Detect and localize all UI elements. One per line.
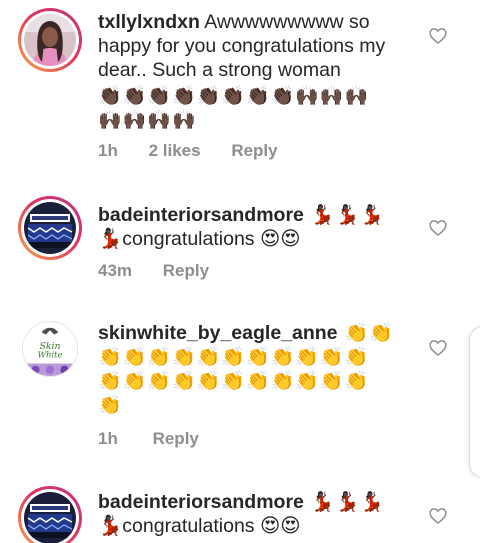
comment-body: txllylxndxn Awwwwwwwww so happy for you … — [98, 10, 398, 132]
comment-time: 43m — [98, 261, 133, 280]
likes-count-link[interactable]: 2 likes — [149, 141, 201, 160]
heart-outline-icon[interactable] — [428, 26, 448, 46]
avatar[interactable] — [18, 486, 82, 543]
comment-meta: 43m Reply — [98, 261, 235, 281]
comment-text: 💃🏿congratulations 😍😍 — [98, 228, 301, 250]
reply-button[interactable]: Reply — [153, 429, 199, 448]
comment-body: badeinteriorsandmore 💃🏿💃🏿💃🏿 💃🏿congratula… — [98, 490, 398, 538]
reply-button[interactable]: Reply — [163, 261, 209, 280]
edge-panel-handle[interactable] — [469, 326, 480, 478]
heart-outline-icon[interactable] — [428, 338, 448, 358]
comment-username[interactable]: txllylxndxn — [98, 11, 200, 33]
skin-white-logo-avatar: Skin White — [23, 322, 77, 376]
avatar[interactable]: Skin White — [22, 321, 78, 377]
comment-item: badeinteriorsandmore 💃🏿💃🏿💃🏿 💃🏿congratula… — [0, 175, 480, 305]
comment-emoji: 💃🏿💃🏿💃🏿 — [303, 204, 385, 226]
heart-outline-icon[interactable] — [428, 218, 448, 238]
comment-username[interactable]: badeinteriorsandmore — [98, 204, 304, 226]
comment-body: badeinteriorsandmore 💃🏿💃🏿💃🏿 💃🏿congratula… — [98, 203, 398, 251]
woman-portrait-avatar — [24, 14, 76, 66]
comment-meta: 1h 2 likes Reply — [98, 141, 304, 161]
comment-time: 1h — [98, 429, 118, 448]
comment-emoji: 💃🏿💃🏿💃🏿 — [303, 491, 385, 513]
comment-body: skinwhite_by_eagle_anne 👏👏 👏👏👏👏👏👏👏👏👏👏👏👏👏… — [98, 321, 398, 417]
comment-emoji: 👏👏 — [337, 322, 394, 344]
comment-item: txllylxndxn Awwwwwwwww so happy for you … — [0, 0, 480, 175]
bed-logo-avatar — [24, 492, 76, 543]
comment-emoji: 👏👏👏👏👏👏👏👏👏👏👏👏👏👏👏👏👏👏👏👏👏👏👏 — [98, 346, 370, 416]
comment-username[interactable]: skinwhite_by_eagle_anne — [98, 322, 338, 344]
comment-text: 💃🏿congratulations 😍😍 — [98, 515, 301, 537]
avatar[interactable] — [18, 196, 82, 260]
heart-outline-icon[interactable] — [428, 506, 448, 526]
comment-item: Skin White skinwhite_by_eagle_anne 👏👏 👏👏… — [0, 305, 480, 480]
comment-meta: 1h Reply — [98, 429, 225, 449]
avatar[interactable] — [18, 8, 82, 72]
svg-text:White: White — [38, 349, 63, 359]
reply-button[interactable]: Reply — [231, 141, 277, 160]
comment-time: 1h — [98, 141, 118, 160]
comment-emoji: 👏🏿👏🏿👏🏿👏🏿👏🏿👏🏿👏🏿👏🏿🙌🏿🙌🏿🙌🏿🙌🏿🙌🏿🙌🏿🙌🏿 — [98, 85, 370, 131]
bed-logo-avatar — [24, 202, 76, 254]
comment-username[interactable]: badeinteriorsandmore — [98, 491, 304, 513]
comment-item: badeinteriorsandmore 💃🏿💃🏿💃🏿 💃🏿congratula… — [0, 480, 480, 543]
